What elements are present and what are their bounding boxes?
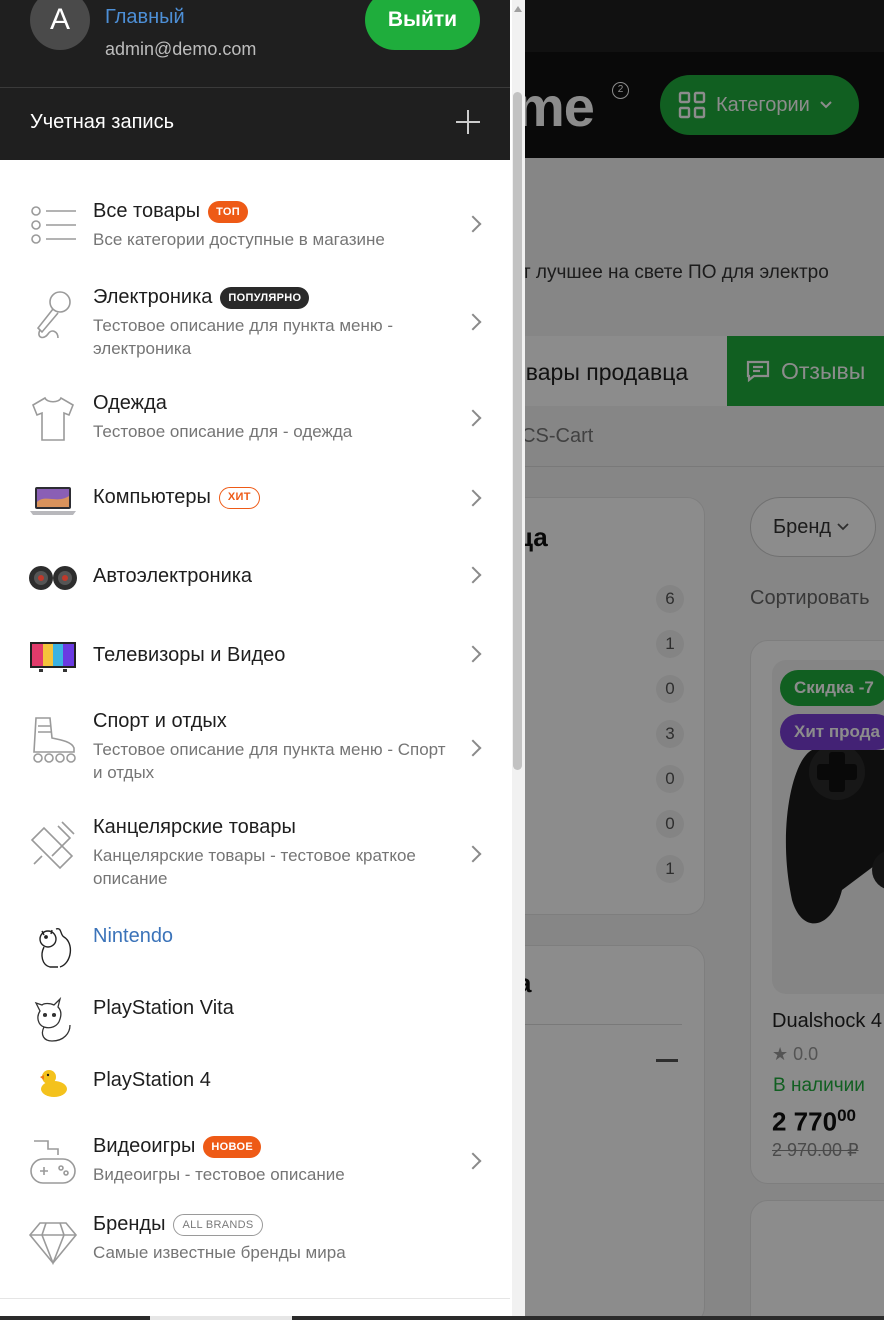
top-badge: ТОП	[208, 200, 248, 223]
chevron-right-icon[interactable]	[466, 844, 480, 864]
divider	[0, 87, 510, 88]
gamepad-icon	[28, 1137, 78, 1187]
menu-item-label: Электроника	[93, 286, 213, 308]
popular-badge: ПОПУЛЯРНО	[220, 286, 310, 309]
hit-badge: ХИТ	[218, 486, 260, 509]
user-role-link[interactable]: Главный	[105, 6, 185, 29]
menu-item-description: Тестовое описание для пункта меню - элек…	[93, 316, 394, 358]
menu-item-label: Одежда	[93, 392, 167, 414]
chevron-right-icon[interactable]	[466, 1151, 480, 1171]
menu-item-title: Спорт и отдых	[93, 710, 227, 733]
chevron-right-icon[interactable]	[466, 644, 480, 664]
menu-item-title: Бренды ALL BRANDS	[93, 1213, 263, 1236]
menu-item-description: Все категории доступные в магазине	[93, 230, 385, 249]
avatar[interactable]: A	[30, 0, 90, 50]
microphone-icon	[28, 290, 78, 340]
user-email: admin@demo.com	[105, 39, 257, 59]
menu-item-title: Электроника ПОПУЛЯРНО	[93, 286, 310, 309]
menu-item-label: Видеоигры	[93, 1135, 196, 1157]
menu-item-label: Все товары	[93, 200, 201, 222]
all-brands-badge: ALL BRANDS	[173, 1213, 263, 1236]
chevron-right-icon[interactable]	[466, 565, 480, 585]
scrollbar-thumb[interactable]	[513, 92, 522, 770]
chevron-right-icon[interactable]	[466, 214, 480, 234]
menu-item-computers[interactable]: Компьютеры ХИТ	[0, 486, 510, 526]
chevron-right-icon[interactable]	[466, 408, 480, 428]
logout-button[interactable]: Выйти	[365, 0, 480, 50]
menu-item-title: Телевизоры и Видео	[93, 644, 285, 667]
menu-item-clothing[interactable]: Одежда Тестовое описание для - одежда	[0, 392, 510, 452]
diamond-icon	[28, 1217, 78, 1267]
menu-item-all-products[interactable]: Все товары ТОП Все категории доступные в…	[0, 200, 510, 260]
menu-item-title: Канцелярские товары	[93, 816, 296, 839]
new-badge: НОВОЕ	[203, 1135, 261, 1158]
cat-icon	[28, 995, 78, 1045]
menu-item-label: Телевизоры и Видео	[93, 644, 286, 666]
speakers-icon	[28, 553, 78, 603]
menu-item-label: Канцелярские товары	[93, 816, 296, 838]
menu-item-label: Бренды	[93, 1213, 166, 1235]
menu-item-title: Одежда	[93, 392, 167, 415]
menu-item-label: PlayStation 4	[93, 1069, 211, 1091]
chevron-right-icon[interactable]	[466, 312, 480, 332]
squirrel-icon	[28, 923, 78, 973]
divider	[0, 1298, 510, 1299]
menu-item-description: Канцелярские товары - тестовое краткое о…	[93, 846, 416, 888]
menu-item-label: Компьютеры	[93, 486, 211, 508]
tv-icon	[28, 632, 78, 682]
menu-item-title: Nintendo	[93, 925, 173, 948]
menu-item-description: Самые известные бренды мира	[93, 1243, 346, 1262]
menu-item-label: Спорт и отдых	[93, 710, 227, 732]
menu-item-sport[interactable]: Спорт и отдых Тестовое описание для пунк…	[0, 710, 510, 790]
laptop-icon	[28, 476, 78, 526]
menu-item-electronics[interactable]: Электроника ПОПУЛЯРНО Тестовое описание …	[0, 286, 510, 366]
menu-item-title: Автоэлектроника	[93, 565, 252, 588]
menu-item-brands[interactable]: Бренды ALL BRANDS Самые известные бренды…	[0, 1213, 510, 1273]
account-section-label[interactable]: Учетная запись	[30, 111, 174, 134]
menu-item-ps4[interactable]: PlayStation 4	[0, 1069, 510, 1119]
pencil-icon	[28, 820, 78, 870]
menu-item-description: Видеоигры - тестовое описание	[93, 1165, 345, 1184]
menu-item-nintendo[interactable]: Nintendo	[0, 925, 510, 975]
menu-item-title: Компьютеры ХИТ	[93, 486, 260, 509]
menu-item-label: Nintendo	[93, 925, 174, 947]
menu-item-description: Тестовое описание для пункта меню - Спор…	[93, 740, 446, 782]
menu-item-title: Видеоигры НОВОЕ	[93, 1135, 261, 1158]
menu-item-car-electronics[interactable]: Автоэлектроника	[0, 565, 510, 605]
rollerskate-icon	[28, 714, 78, 764]
drawer-header: A Главный admin@demo.com Выйти Учетная з…	[0, 0, 510, 160]
chevron-right-icon[interactable]	[466, 738, 480, 758]
duck-icon	[28, 1057, 78, 1107]
bottom-edge	[0, 1316, 884, 1320]
menu-item-label: PlayStation Vita	[93, 997, 234, 1019]
menu-item-tv-video[interactable]: Телевизоры и Видео	[0, 642, 510, 684]
plus-icon[interactable]	[455, 109, 481, 135]
menu-item-title: Все товары ТОП	[93, 200, 248, 223]
menu-item-title: PlayStation Vita	[93, 997, 234, 1020]
scroll-up-arrow-icon[interactable]	[514, 6, 522, 12]
menu-item-label: Автоэлектроника	[93, 565, 253, 587]
menu-item-ps-vita[interactable]: PlayStation Vita	[0, 995, 510, 1047]
side-menu-drawer: A Главный admin@demo.com Выйти Учетная з…	[0, 0, 525, 1320]
chevron-right-icon[interactable]	[466, 488, 480, 508]
list-icon	[28, 200, 78, 250]
menu-item-description: Тестовое описание для - одежда	[93, 422, 353, 441]
menu-item-stationery[interactable]: Канцелярские товары Канцелярские товары …	[0, 816, 510, 896]
menu-item-videogames[interactable]: Видеоигры НОВОЕ Видеоигры - тестовое опи…	[0, 1135, 510, 1195]
menu-item-title: PlayStation 4	[93, 1069, 211, 1092]
tshirt-icon	[28, 394, 78, 444]
bottom-edge-highlight	[150, 1316, 292, 1320]
